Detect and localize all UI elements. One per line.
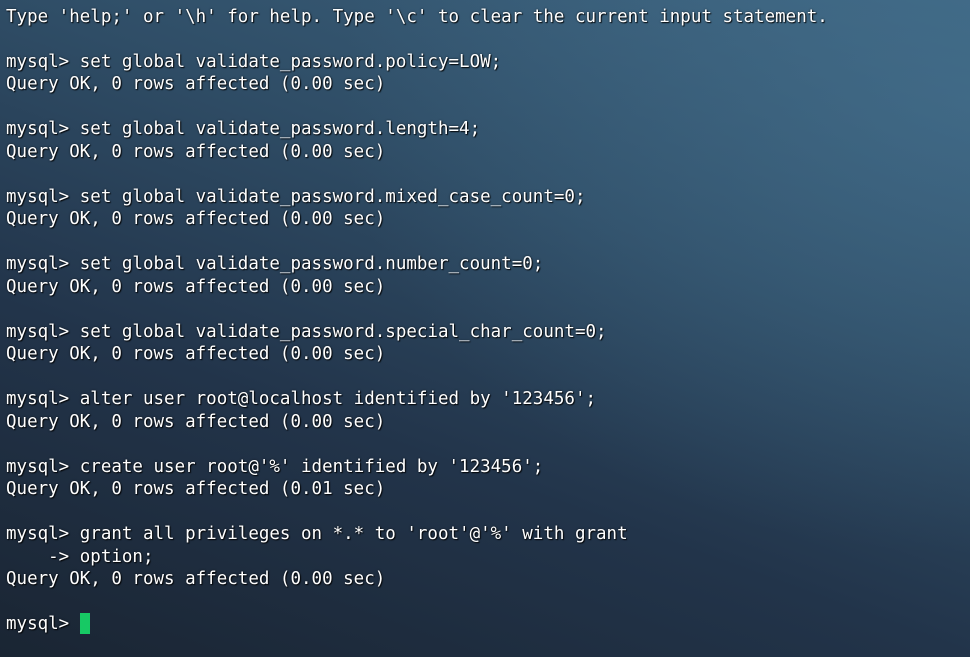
command-line: mysql> set global validate_password.numb…	[6, 254, 544, 274]
command-line: mysql> alter user root@localhost identif…	[6, 389, 597, 409]
query-result-line: Query OK, 0 rows affected (0.00 sec)	[6, 344, 386, 364]
text-cursor	[80, 613, 90, 634]
command-line: mysql> set global validate_password.spec…	[6, 322, 607, 342]
query-result-line: Query OK, 0 rows affected (0.00 sec)	[6, 277, 386, 297]
command-line: mysql> set global validate_password.mixe…	[6, 187, 586, 207]
command-line: mysql> create user root@'%' identified b…	[6, 457, 544, 477]
query-result-line: Query OK, 0 rows affected (0.00 sec)	[6, 412, 386, 432]
command-line: mysql> set global validate_password.leng…	[6, 119, 481, 139]
help-banner-line: Type 'help;' or '\h' for help. Type '\c'…	[6, 7, 828, 27]
terminal-window[interactable]: Type 'help;' or '\h' for help. Type '\c'…	[0, 0, 970, 657]
query-result-line: Query OK, 0 rows affected (0.00 sec)	[6, 142, 386, 162]
command-line: mysql> grant all privileges on *.* to 'r…	[6, 524, 628, 544]
query-result-line: Query OK, 0 rows affected (0.00 sec)	[6, 569, 386, 589]
input-prompt[interactable]: mysql>	[6, 613, 80, 635]
query-result-line: Query OK, 0 rows affected (0.00 sec)	[6, 74, 386, 94]
command-line: mysql> set global validate_password.poli…	[6, 52, 502, 72]
query-result-line: Query OK, 0 rows affected (0.00 sec)	[6, 209, 386, 229]
query-result-line: Query OK, 0 rows affected (0.01 sec)	[6, 479, 386, 499]
continuation-line: -> option;	[6, 547, 154, 567]
